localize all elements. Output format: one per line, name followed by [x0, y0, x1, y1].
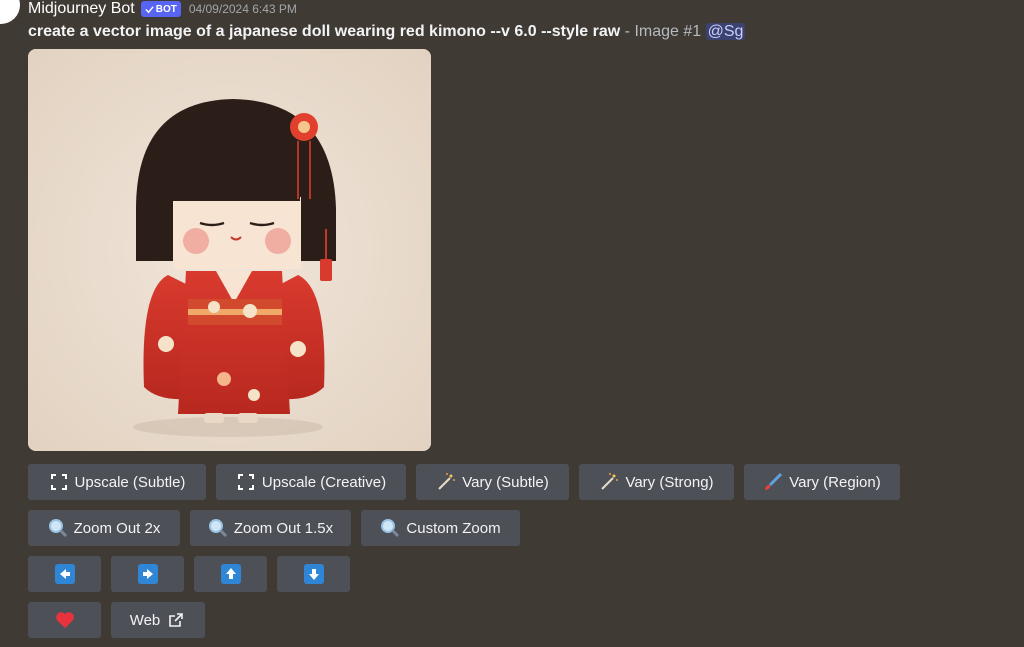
magnifier-icon — [380, 518, 400, 538]
zoom-out-1-5x-label: Zoom Out 1.5x — [233, 519, 334, 537]
vary-strong-button[interactable]: Vary (Strong) — [579, 464, 734, 500]
generated-image[interactable] — [28, 49, 431, 451]
upscale-creative-button[interactable]: Upscale (Creative) — [216, 464, 406, 500]
pan-right-button[interactable] — [111, 556, 184, 592]
web-link-button[interactable]: Web — [111, 602, 205, 638]
arrow-right-icon — [137, 564, 158, 584]
zoom-out-1-5x-button[interactable]: Zoom Out 1.5x — [190, 510, 351, 546]
upscale-subtle-label: Upscale (Subtle) — [74, 473, 186, 491]
expand-arrows-icon — [236, 472, 256, 492]
arrow-left-icon — [54, 564, 75, 584]
timestamp: 04/09/2024 6:43 PM — [188, 2, 297, 16]
pan-down-button[interactable] — [277, 556, 350, 592]
expand-arrows-icon — [49, 472, 69, 492]
username[interactable]: Midjourney Bot — [28, 0, 135, 18]
custom-zoom-button[interactable]: Custom Zoom — [361, 510, 520, 546]
vary-region-label: Vary (Region) — [789, 473, 881, 491]
magic-wand-icon — [436, 472, 456, 492]
external-link-icon — [166, 610, 186, 630]
pan-left-button[interactable] — [28, 556, 101, 592]
image-number: - Image #1 — [620, 23, 706, 40]
vary-subtle-button[interactable]: Vary (Subtle) — [416, 464, 569, 500]
bot-avatar[interactable] — [0, 0, 20, 24]
magnifier-icon — [208, 518, 228, 538]
zoom-out-2x-button[interactable]: Zoom Out 2x — [28, 510, 180, 546]
heart-icon — [55, 610, 75, 630]
arrow-down-icon — [303, 564, 324, 584]
vary-subtle-label: Vary (Subtle) — [462, 473, 549, 491]
upscale-subtle-button[interactable]: Upscale (Subtle) — [28, 464, 206, 500]
upscale-creative-label: Upscale (Creative) — [261, 473, 387, 491]
magic-wand-icon — [599, 472, 619, 492]
pan-up-button[interactable] — [194, 556, 267, 592]
bot-tag: BOT — [140, 1, 181, 17]
japanese-doll-illustration — [28, 49, 431, 451]
vary-region-button[interactable]: Vary (Region) — [744, 464, 900, 500]
zoom-out-2x-label: Zoom Out 2x — [73, 519, 161, 537]
paintbrush-icon — [763, 472, 783, 492]
magnifier-icon — [48, 518, 68, 538]
favorite-button[interactable] — [28, 602, 101, 638]
user-mention[interactable]: @Sg — [705, 23, 746, 40]
message-content: create a vector image of a japanese doll… — [28, 23, 746, 41]
prompt-text: create a vector image of a japanese doll… — [28, 23, 621, 40]
web-label: Web — [129, 611, 161, 629]
verified-check-icon — [145, 5, 154, 13]
vary-strong-label: Vary (Strong) — [625, 473, 714, 491]
message-header: Midjourney Bot BOT 04/09/2024 6:43 PM — [28, 0, 297, 20]
bot-tag-label: BOT — [155, 3, 177, 15]
arrow-up-icon — [220, 564, 241, 584]
custom-zoom-label: Custom Zoom — [406, 519, 501, 537]
